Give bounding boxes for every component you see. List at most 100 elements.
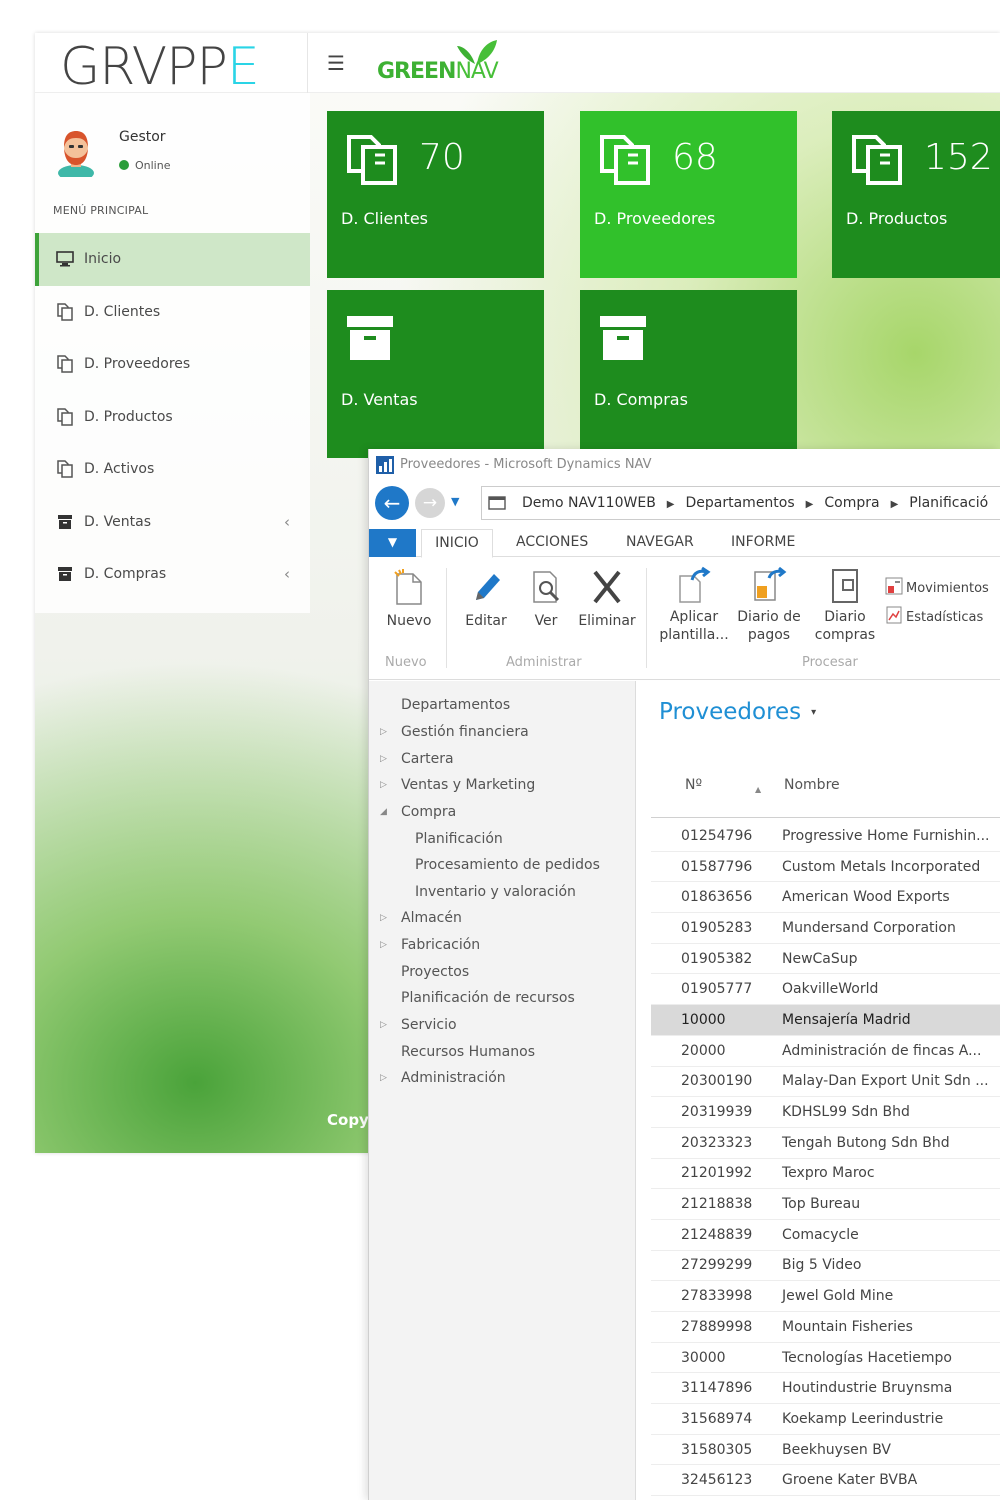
cell-name: Progressive Home Furnishin... <box>782 827 990 844</box>
editar-button[interactable]: Editar <box>458 568 514 630</box>
nav-item-ventas-marketing[interactable]: Ventas y Marketing <box>401 777 535 793</box>
nav-item-procesamiento-pedidos[interactable]: Procesamiento de pedidos <box>415 857 600 873</box>
cell-name: Comacycle <box>782 1226 859 1243</box>
table-row[interactable]: 27299299 Big 5 Video <box>651 1251 1000 1282</box>
forward-button[interactable]: → <box>415 488 445 518</box>
breadcrumb-separator-icon[interactable]: ▶ <box>667 499 675 510</box>
tab-inicio[interactable]: INICIO <box>421 529 493 558</box>
nav-item-compra[interactable]: Compra <box>401 804 456 820</box>
avatar[interactable] <box>55 125 97 177</box>
nav-item-planificacion[interactable]: Planificación <box>415 831 503 847</box>
breadcrumb-item[interactable]: Departamentos <box>686 495 795 511</box>
nav-item-fabricacion[interactable]: Fabricación <box>401 937 480 953</box>
column-header-no[interactable]: Nº <box>685 777 702 793</box>
cell-name: Custom Metals Incorporated <box>782 858 981 875</box>
table-row[interactable]: 31568974 Koekamp Leerindustrie <box>651 1404 1000 1435</box>
table-row[interactable]: 01863656 American Wood Exports <box>651 882 1000 914</box>
tile-clientes[interactable]: 70 D. Clientes <box>327 111 544 278</box>
table-row[interactable]: 20300190 Malay-Dan Export Unit Sdn ... <box>651 1067 1000 1098</box>
table-row[interactable]: 32456123 Groene Kater BVBA <box>651 1465 1000 1497</box>
table-row[interactable]: 01905283 Mundersand Corporation <box>651 913 1000 944</box>
delete-x-icon <box>593 570 621 604</box>
menu-item-clientes[interactable]: D. Clientes <box>35 286 310 339</box>
table-row[interactable]: 10000 Mensajería Madrid <box>651 1005 1000 1036</box>
table-row[interactable]: 30000 Tecnologías Hacetiempo <box>651 1343 1000 1374</box>
expand-arrow-icon[interactable]: ▷ <box>380 913 387 923</box>
nav-item-almacen[interactable]: Almacén <box>401 910 462 926</box>
expand-arrow-icon[interactable]: ▷ <box>380 780 387 790</box>
tile-proveedores[interactable]: 68 D. Proveedores <box>580 111 797 278</box>
table-row[interactable]: 01905382 NewCaSup <box>651 944 1000 975</box>
table-row[interactable]: 27889998 Mountain Fisheries <box>651 1312 1000 1343</box>
table-row[interactable]: 27833998 Jewel Gold Mine <box>651 1281 1000 1312</box>
table-row[interactable]: 20000 Administración de fincas A... <box>651 1036 1000 1067</box>
menu-item-productos[interactable]: D. Productos <box>35 391 310 444</box>
menu-item-proveedores[interactable]: D. Proveedores <box>35 338 310 391</box>
table-row[interactable]: 31580305 Beekhuysen BV <box>651 1435 1000 1466</box>
menu-item-compras[interactable]: D. Compras ‹ <box>35 548 310 601</box>
breadcrumb-separator-icon[interactable]: ▶ <box>806 499 814 510</box>
menu-item-inicio[interactable]: Inicio <box>35 233 310 286</box>
nav-item-administracion[interactable]: Administración <box>401 1070 506 1086</box>
table-row[interactable]: 20323323 Tengah Butong Sdn Bhd <box>651 1128 1000 1159</box>
collapse-arrow-icon[interactable]: ◢ <box>380 807 387 817</box>
breadcrumb-separator-icon[interactable]: ▶ <box>891 499 899 510</box>
table-row[interactable]: 01905777 OakvilleWorld <box>651 974 1000 1006</box>
cell-no: 32456123 <box>681 1472 753 1489</box>
breadcrumb-item[interactable]: Planificació <box>909 495 988 511</box>
hamburger-icon[interactable]: ☰ <box>327 51 345 75</box>
diario-compras-button[interactable]: Diario compras <box>810 566 880 644</box>
nav-item-gestion-financiera[interactable]: Gestión financiera <box>401 724 529 740</box>
navigation-pane: Departamentos ▷ Gestión financiera ▷ Car… <box>369 681 636 1500</box>
expand-arrow-icon[interactable]: ▷ <box>380 754 387 764</box>
diario-pagos-button[interactable]: Diario de pagos <box>733 566 805 644</box>
breadcrumb-item[interactable]: Compra <box>824 495 879 511</box>
chevron-left-icon[interactable]: ‹ <box>284 513 290 531</box>
back-button[interactable]: ← <box>375 486 409 520</box>
table-row[interactable]: 20319939 KDHSL99 Sdn Bhd <box>651 1097 1000 1128</box>
eliminar-button[interactable]: Eliminar <box>575 568 639 630</box>
table-row[interactable]: 21248839 Comacycle <box>651 1220 1000 1251</box>
table-row[interactable]: 31147896 Houtindustrie Bruynsma <box>651 1373 1000 1405</box>
nav-item-recursos-humanos[interactable]: Recursos Humanos <box>401 1044 535 1060</box>
address-bar[interactable]: Demo NAV110WEB ▶ Departamentos ▶ Compra ▶ Plan… <box>481 486 1000 520</box>
aplicar-plantilla-button[interactable]: Aplicar plantilla... <box>656 566 732 644</box>
table-row[interactable]: 21218838 Top Bureau <box>651 1189 1000 1220</box>
tile-compras[interactable]: D. Compras <box>580 290 797 458</box>
cell-name: Mundersand Corporation <box>782 919 956 936</box>
caret-down-icon[interactable]: ▾ <box>811 707 816 718</box>
expand-arrow-icon[interactable]: ▷ <box>380 1020 387 1030</box>
nav-item-servicio[interactable]: Servicio <box>401 1017 457 1033</box>
tab-navegar[interactable]: NAVEGAR <box>626 534 694 550</box>
breadcrumb-item[interactable]: Demo NAV110WEB <box>522 495 656 511</box>
sort-ascending-icon[interactable]: ▲ <box>755 785 761 794</box>
expand-arrow-icon[interactable]: ▷ <box>380 1073 387 1083</box>
ver-button[interactable]: Ver <box>521 568 571 630</box>
nav-item-planificacion-recursos[interactable]: Planificación de recursos <box>401 990 575 1006</box>
nuevo-button[interactable]: Nuevo <box>382 568 436 630</box>
table-row[interactable]: 01587796 Custom Metals Incorporated <box>651 852 1000 883</box>
expand-arrow-icon[interactable]: ▷ <box>380 940 387 950</box>
grvppe-logo[interactable]: GRVPPE <box>60 37 260 97</box>
tile-ventas[interactable]: D. Ventas <box>327 290 544 458</box>
history-dropdown-icon[interactable]: ▼ <box>451 495 459 508</box>
menu-item-activos[interactable]: D. Activos <box>35 443 310 496</box>
nav-item-cartera[interactable]: Cartera <box>401 751 454 767</box>
chevron-left-icon[interactable]: ‹ <box>284 565 290 583</box>
tile-productos[interactable]: 152 D. Productos <box>832 111 1000 278</box>
tab-informe[interactable]: INFORME <box>731 534 795 550</box>
copy-icon <box>347 135 397 185</box>
estadisticas-button[interactable]: Estadísticas <box>885 606 983 625</box>
nav-item-departamentos[interactable]: Departamentos <box>401 697 510 713</box>
table-row[interactable]: 01254796 Progressive Home Furnishin... <box>651 821 1000 852</box>
column-header-name[interactable]: Nombre <box>784 777 840 793</box>
file-menu-button[interactable]: ▼ <box>369 529 416 557</box>
menu-item-ventas[interactable]: D. Ventas ‹ <box>35 496 310 549</box>
table-row[interactable]: 21201992 Texpro Maroc <box>651 1159 1000 1190</box>
nav-item-inventario-valoracion[interactable]: Inventario y valoración <box>415 884 576 900</box>
movimientos-button[interactable]: Movimientos <box>885 577 989 596</box>
tab-acciones[interactable]: ACCIONES <box>516 534 588 550</box>
page-title[interactable]: Proveedores ▾ <box>659 699 816 725</box>
expand-arrow-icon[interactable]: ▷ <box>380 727 387 737</box>
nav-item-proyectos[interactable]: Proyectos <box>401 964 469 980</box>
